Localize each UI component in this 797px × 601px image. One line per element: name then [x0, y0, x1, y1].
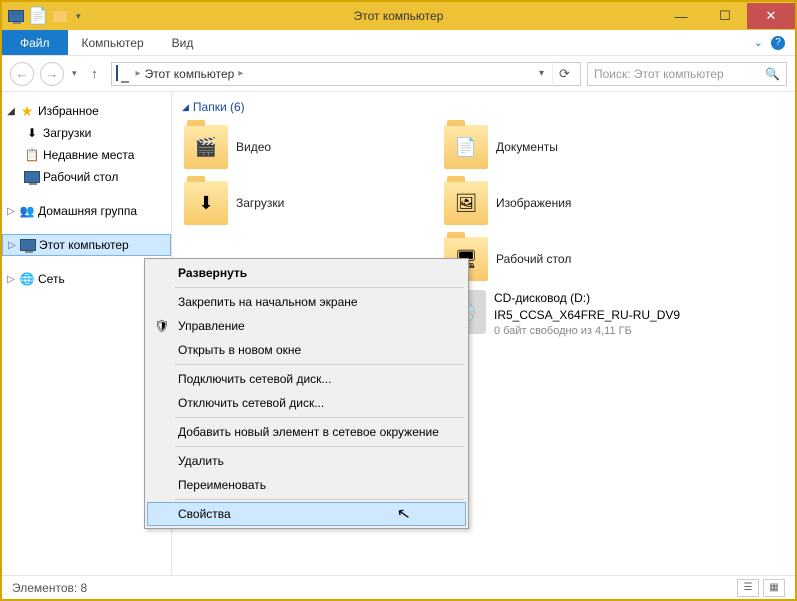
file-tab[interactable]: Файл [2, 30, 68, 55]
sidebar-item-favorites[interactable]: ◢ ★ Избранное [2, 100, 171, 122]
pc-icon [20, 237, 36, 253]
expand-arrow-icon[interactable]: ▷ [6, 274, 16, 285]
sidebar-label: Избранное [38, 104, 99, 118]
expand-arrow-icon[interactable]: ▷ [7, 240, 17, 251]
qat-pc-icon[interactable] [8, 8, 24, 24]
cm-delete[interactable]: Удалить [147, 449, 466, 473]
expand-arrow-icon[interactable]: ▷ [6, 206, 16, 217]
qat-properties-icon[interactable]: 📄 [30, 8, 46, 24]
cm-expand[interactable]: Развернуть [147, 261, 466, 285]
folder-item-downloads[interactable]: ⬇ Загрузки [182, 178, 432, 228]
desktop-icon [24, 169, 40, 185]
breadcrumb-pc-icon [116, 66, 132, 82]
folder-item-video[interactable]: 🎬 Видео [182, 122, 432, 172]
drive-item-cd[interactable]: 💿 CD-дисковод (D:) IR5_CCSA_X64FRE_RU-RU… [442, 290, 692, 350]
sidebar-label: Домашняя группа [38, 204, 137, 218]
breadcrumb-sep-icon[interactable]: ▸ [238, 68, 243, 79]
qat-dropdown-icon[interactable]: ▾ [76, 11, 81, 22]
minimize-button[interactable]: — [659, 3, 703, 29]
menu-view[interactable]: Вид [158, 30, 208, 55]
breadcrumb[interactable]: ▸ Этот компьютер ▸ ▾ ⟳ [111, 62, 581, 86]
view-details-button[interactable]: ☰ [737, 579, 759, 597]
breadcrumb-location[interactable]: Этот компьютер [145, 67, 235, 81]
recent-icon: 📋 [24, 147, 40, 163]
folder-label: Видео [236, 140, 271, 154]
folder-label: Документы [496, 140, 558, 154]
folder-item-documents[interactable]: 📄 Документы [442, 122, 692, 172]
menubar: Файл Компьютер Вид ⌄ ? [2, 30, 795, 56]
sidebar-label: Сеть [38, 272, 65, 286]
search-placeholder: Поиск: Этот компьютер [594, 67, 724, 81]
forward-button[interactable]: → [40, 62, 64, 86]
section-title: Папки (6) [193, 100, 245, 114]
help-icon[interactable]: ? [771, 36, 785, 50]
star-icon: ★ [19, 103, 35, 119]
context-menu: Развернуть Закрепить на начальном экране… [144, 258, 469, 529]
expand-arrow-icon[interactable]: ◢ [6, 106, 16, 117]
folder-icon: 🖼 [444, 181, 488, 225]
drive-freespace: 0 байт свободно из 4,11 ГБ [494, 324, 680, 339]
cm-label: Управление [178, 319, 245, 333]
ribbon-expand-icon[interactable]: ⌄ [754, 36, 763, 49]
titlebar: 📄 ▾ Этот компьютер — ☐ ✕ [2, 2, 795, 30]
folder-item-pictures[interactable]: 🖼 Изображения [442, 178, 692, 228]
folder-label: Рабочий стол [496, 252, 571, 266]
sidebar-item-homegroup[interactable]: ▷ 👥 Домашняя группа [2, 200, 171, 222]
folder-item-desktop[interactable]: 🖥 Рабочий стол [442, 234, 692, 284]
view-tiles-button[interactable]: ▦ [763, 579, 785, 597]
folders-section-header[interactable]: ◢ Папки (6) [182, 100, 785, 114]
search-input[interactable]: Поиск: Этот компьютер 🔍 [587, 62, 787, 86]
sidebar-item-downloads[interactable]: ⬇ Загрузки [2, 122, 171, 144]
refresh-button[interactable]: ⟳ [552, 62, 576, 86]
cm-map-drive[interactable]: Подключить сетевой диск... [147, 367, 466, 391]
cm-manage[interactable]: 🛡 Управление [147, 314, 466, 338]
folder-label: Изображения [496, 196, 571, 210]
cm-add-network-location[interactable]: Добавить новый элемент в сетевое окружен… [147, 420, 466, 444]
back-button[interactable]: ← [10, 62, 34, 86]
breadcrumb-sep-icon[interactable]: ▸ [136, 68, 141, 79]
homegroup-icon: 👥 [19, 203, 35, 219]
shield-icon: 🛡 [154, 318, 170, 334]
folder-label: Загрузки [236, 196, 284, 210]
menu-computer[interactable]: Компьютер [68, 30, 158, 55]
folder-icon: 📄 [444, 125, 488, 169]
cm-disconnect-drive[interactable]: Отключить сетевой диск... [147, 391, 466, 415]
address-bar: ← → ▾ ↑ ▸ Этот компьютер ▸ ▾ ⟳ Поиск: Эт… [2, 56, 795, 92]
sidebar-item-desktop[interactable]: Рабочий стол [2, 166, 171, 188]
cm-properties[interactable]: Свойства [147, 502, 466, 526]
up-button[interactable]: ↑ [85, 64, 105, 84]
cm-open-new-window[interactable]: Открыть в новом окне [147, 338, 466, 362]
search-icon[interactable]: 🔍 [765, 67, 780, 81]
drive-label: IR5_CCSA_X64FRE_RU-RU_DV9 [494, 307, 680, 324]
network-icon: 🌐 [19, 271, 35, 287]
qat-folder-icon[interactable] [52, 8, 68, 24]
cm-pin-start[interactable]: Закрепить на начальном экране [147, 290, 466, 314]
downloads-icon: ⬇ [24, 125, 40, 141]
sidebar-label: Загрузки [43, 126, 91, 140]
sidebar-item-this-pc[interactable]: ▷ Этот компьютер [2, 234, 171, 256]
drive-name: CD-дисковод (D:) [494, 290, 680, 307]
folder-icon: ⬇ [184, 181, 228, 225]
sidebar-label: Этот компьютер [39, 238, 129, 252]
sidebar-label: Рабочий стол [43, 170, 118, 184]
close-button[interactable]: ✕ [747, 3, 795, 29]
window-title: Этот компьютер [354, 9, 444, 23]
status-element-count: Элементов: 8 [12, 581, 87, 595]
cm-rename[interactable]: Переименовать [147, 473, 466, 497]
history-dropdown-icon[interactable]: ▾ [70, 68, 79, 79]
statusbar: Элементов: 8 ☰ ▦ [2, 575, 795, 599]
sidebar-label: Недавние места [43, 148, 134, 162]
maximize-button[interactable]: ☐ [703, 3, 747, 29]
folder-icon: 🎬 [184, 125, 228, 169]
sidebar-item-recent[interactable]: 📋 Недавние места [2, 144, 171, 166]
breadcrumb-dropdown-icon[interactable]: ▾ [535, 68, 548, 79]
collapse-arrow-icon[interactable]: ◢ [182, 102, 189, 113]
